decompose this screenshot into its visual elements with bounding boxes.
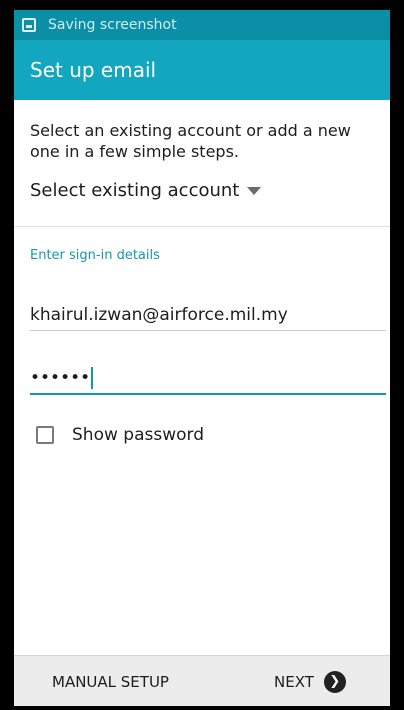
chevron-right-circle-icon: ❯ xyxy=(323,670,346,693)
manual-setup-label: MANUAL SETUP xyxy=(52,672,169,691)
status-notification-text: Saving screenshot xyxy=(48,17,177,33)
show-password-checkbox[interactable] xyxy=(36,426,54,444)
bottom-bar: MANUAL SETUP NEXT ❯ xyxy=(14,655,390,706)
password-value: •••••• xyxy=(30,368,91,388)
section-divider xyxy=(14,226,390,227)
intro-text: Select an existing account or add a new … xyxy=(30,121,351,161)
next-button[interactable]: NEXT ❯ xyxy=(274,656,346,706)
screen: Saving screenshot Set up email Select an… xyxy=(14,10,390,706)
page-title: Set up email xyxy=(30,58,157,82)
email-field[interactable]: khairul.izwan@airforce.mil.my xyxy=(30,300,386,331)
select-existing-account-label: Select existing account xyxy=(30,180,240,201)
show-password-toggle[interactable]: Show password xyxy=(36,425,204,445)
text-cursor xyxy=(91,367,94,389)
select-existing-account-dropdown[interactable]: Select existing account xyxy=(30,180,262,201)
next-label: NEXT xyxy=(274,672,314,691)
manual-setup-button[interactable]: MANUAL SETUP xyxy=(52,656,169,706)
status-bar: Saving screenshot xyxy=(14,10,390,40)
show-password-label: Show password xyxy=(72,425,204,445)
action-bar: Set up email xyxy=(14,40,390,100)
email-value: khairul.izwan@airforce.mil.my xyxy=(30,305,288,325)
password-field[interactable]: •••••• xyxy=(30,363,386,395)
screenshot-icon xyxy=(22,18,36,32)
caret-down-icon xyxy=(247,186,262,195)
section-header: Enter sign-in details xyxy=(30,248,160,263)
